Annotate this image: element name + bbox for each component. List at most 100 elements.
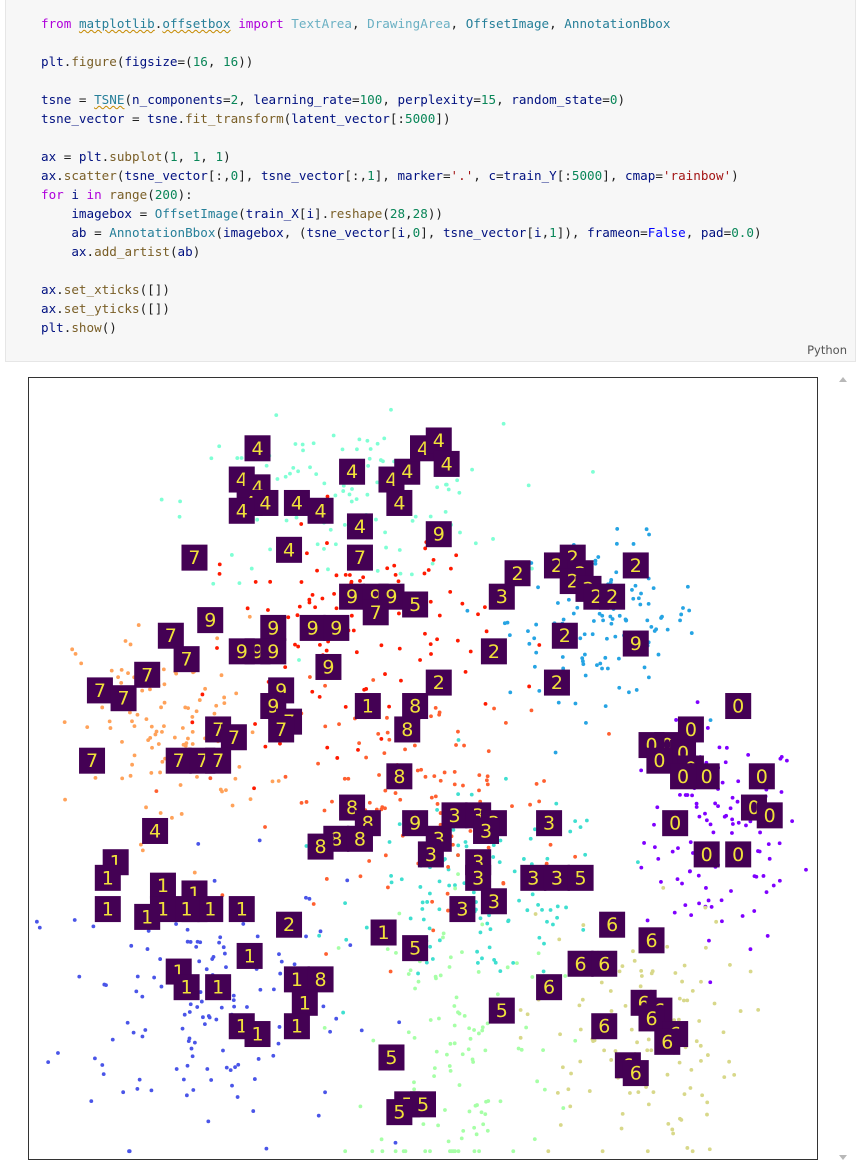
scatter-point-1	[196, 842, 201, 846]
code-editor[interactable]: from matplotlib.offsetbox import TextAre…	[41, 14, 762, 337]
scatter-point-4	[413, 514, 418, 519]
digit-thumbnail: 9	[315, 653, 342, 680]
digit-thumbnail: 5	[410, 1091, 436, 1118]
digit-thumbnail: 6	[591, 950, 618, 977]
scatter-point-2	[591, 619, 596, 623]
scatter-point-4	[375, 441, 380, 446]
scatter-point-0	[771, 883, 776, 888]
scatter-point-0	[656, 856, 661, 861]
scatter-point-0	[683, 793, 688, 797]
scatter-point-1	[158, 957, 163, 961]
digit-thumbnail: 9	[260, 614, 287, 641]
scatter-point-0	[688, 840, 693, 845]
scatter-point-1	[316, 1113, 321, 1118]
scatter-point-3	[471, 890, 476, 895]
digit-thumbnail: 2	[504, 560, 531, 587]
scatter-point-9	[283, 665, 288, 669]
scatter-point-2	[633, 583, 638, 588]
digit-thumbnail: 4	[244, 435, 271, 462]
digit-thumbnail: 1	[197, 896, 224, 923]
scatter-point-6	[578, 1059, 583, 1064]
digit-thumbnail: 7	[79, 747, 106, 774]
scatter-point-4	[333, 493, 338, 498]
scatter-point-2	[601, 618, 605, 623]
scatter-point-0	[680, 881, 684, 886]
thumbnail-digit: 2	[433, 672, 445, 694]
scatter-point-3	[344, 937, 349, 942]
scatter-point-5	[441, 935, 445, 940]
digit-thumbnail: 9	[260, 638, 287, 665]
thumbnail-digit: 4	[441, 453, 453, 475]
scatter-point-5	[397, 911, 402, 916]
thumbnail-digit: 3	[425, 844, 437, 866]
scatter-point-1	[321, 1004, 326, 1009]
scroll-up-icon[interactable]	[839, 377, 847, 382]
scatter-point-5	[561, 1106, 566, 1110]
scatter-point-9	[315, 568, 319, 573]
scatter-point-9	[379, 737, 384, 741]
scatter-point-0	[639, 865, 644, 870]
scatter-point-1	[189, 1046, 194, 1051]
scatter-point-7	[186, 706, 190, 710]
scatter-point-7	[144, 805, 148, 810]
scatter-point-2	[571, 611, 576, 616]
scatter-point-3	[343, 901, 347, 906]
thumbnail-digit: 8	[409, 696, 421, 718]
scatter-point-0	[694, 805, 699, 809]
scatter-point-5	[433, 974, 438, 979]
thumbnail-digit: 4	[236, 500, 248, 522]
scatter-point-5	[515, 961, 519, 966]
scatter-point-6	[682, 963, 687, 968]
scatter-point-5	[412, 1087, 417, 1092]
scatter-point-1	[104, 983, 108, 988]
scatter-point-2	[532, 664, 537, 669]
digit-thumbnail: 4	[433, 450, 460, 477]
digit-thumbnail: 2	[425, 669, 452, 696]
scatter-point-7	[179, 812, 184, 816]
scatter-point-9	[286, 615, 291, 620]
thumbnail-digit: 1	[362, 696, 374, 718]
scatter-point-2	[679, 612, 684, 617]
scatter-point-2	[596, 555, 601, 559]
scatter-point-5	[485, 1128, 490, 1133]
scatter-point-7	[190, 742, 195, 746]
scatter-point-4	[428, 514, 433, 519]
scatter-point-6	[677, 996, 682, 1001]
scatter-point-5	[461, 1128, 466, 1133]
scatter-point-7	[93, 775, 98, 780]
scatter-point-3	[564, 905, 568, 910]
scatter-point-8	[263, 825, 267, 829]
digit-thumbnail: 4	[252, 489, 279, 516]
digit-thumbnail: 4	[283, 489, 310, 516]
scatter-point-8	[382, 751, 387, 755]
digit-thumbnail: 7	[157, 622, 184, 649]
scroll-down-icon[interactable]	[839, 1155, 847, 1160]
scatter-point-9	[356, 747, 360, 752]
language-label[interactable]: Python	[807, 343, 847, 357]
digit-thumbnail: 6	[536, 974, 563, 1001]
scatter-point-8	[415, 768, 420, 773]
scatter-point-6	[699, 979, 703, 984]
scatter-point-6	[721, 1030, 726, 1035]
scatter-point-5	[447, 965, 452, 969]
scatter-point-5	[483, 1048, 488, 1053]
code-line: ax.set_xticks([])	[41, 282, 170, 297]
thumbnail-digit: 1	[291, 1016, 303, 1038]
scatter-point-7	[170, 815, 174, 820]
digit-thumbnail: 7	[86, 677, 113, 704]
scatter-point-0	[704, 886, 708, 890]
scatter-point-2	[615, 527, 620, 531]
code-cell[interactable]: from matplotlib.offsetbox import TextAre…	[5, 0, 856, 362]
scatter-point-3	[469, 792, 474, 797]
scatter-point-5	[472, 1125, 477, 1130]
scatter-point-6	[698, 1043, 703, 1048]
scatter-point-1	[251, 1109, 256, 1113]
scatter-point-1	[185, 927, 190, 932]
scatter-point-5	[516, 1046, 521, 1051]
scatter-point-6	[707, 1147, 712, 1152]
scatter-point-2	[507, 633, 512, 638]
scatter-point-8	[386, 885, 390, 890]
scatter-point-4	[365, 492, 370, 497]
digit-thumbnail: 4	[386, 489, 413, 516]
